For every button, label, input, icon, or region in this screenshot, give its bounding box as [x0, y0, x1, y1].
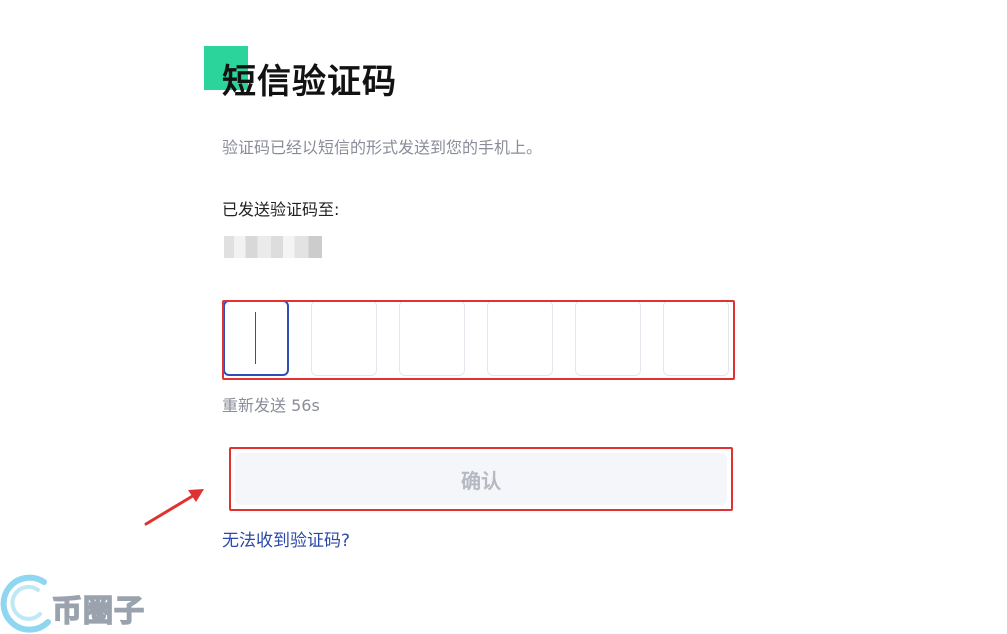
code-digit-6[interactable] — [663, 300, 729, 376]
page-title: 短信验证码 — [222, 62, 397, 102]
red-arrow-icon — [144, 489, 204, 526]
page-subtitle: 验证码已经以短信的形式发送到您的手机上。 — [222, 138, 543, 157]
code-digit-3[interactable] — [399, 300, 465, 376]
masked-phone-number — [224, 236, 322, 258]
resend-countdown: 重新发送 56s — [222, 396, 320, 415]
code-digit-5[interactable] — [575, 300, 641, 376]
confirm-button[interactable]: 确认 — [235, 453, 727, 505]
sms-verification-page: 短信验证码 验证码已经以短信的形式发送到您的手机上。 已发送验证码至: 重新发送… — [0, 0, 1007, 634]
watermark-logo-icon — [0, 574, 51, 633]
verification-code-input — [222, 300, 735, 380]
input-caret — [255, 312, 256, 364]
code-digit-4[interactable] — [487, 300, 553, 376]
sent-to-label: 已发送验证码至: — [222, 200, 340, 219]
code-digit-1[interactable] — [223, 300, 289, 376]
watermark-logo: 币圈子 — [0, 572, 160, 634]
code-digit-2[interactable] — [311, 300, 377, 376]
code-input-highlight — [222, 300, 735, 380]
cannot-receive-code-link[interactable]: 无法收到验证码? — [222, 528, 350, 554]
confirm-highlight: 确认 — [229, 447, 733, 511]
watermark-text: 币圈子 — [51, 593, 145, 630]
